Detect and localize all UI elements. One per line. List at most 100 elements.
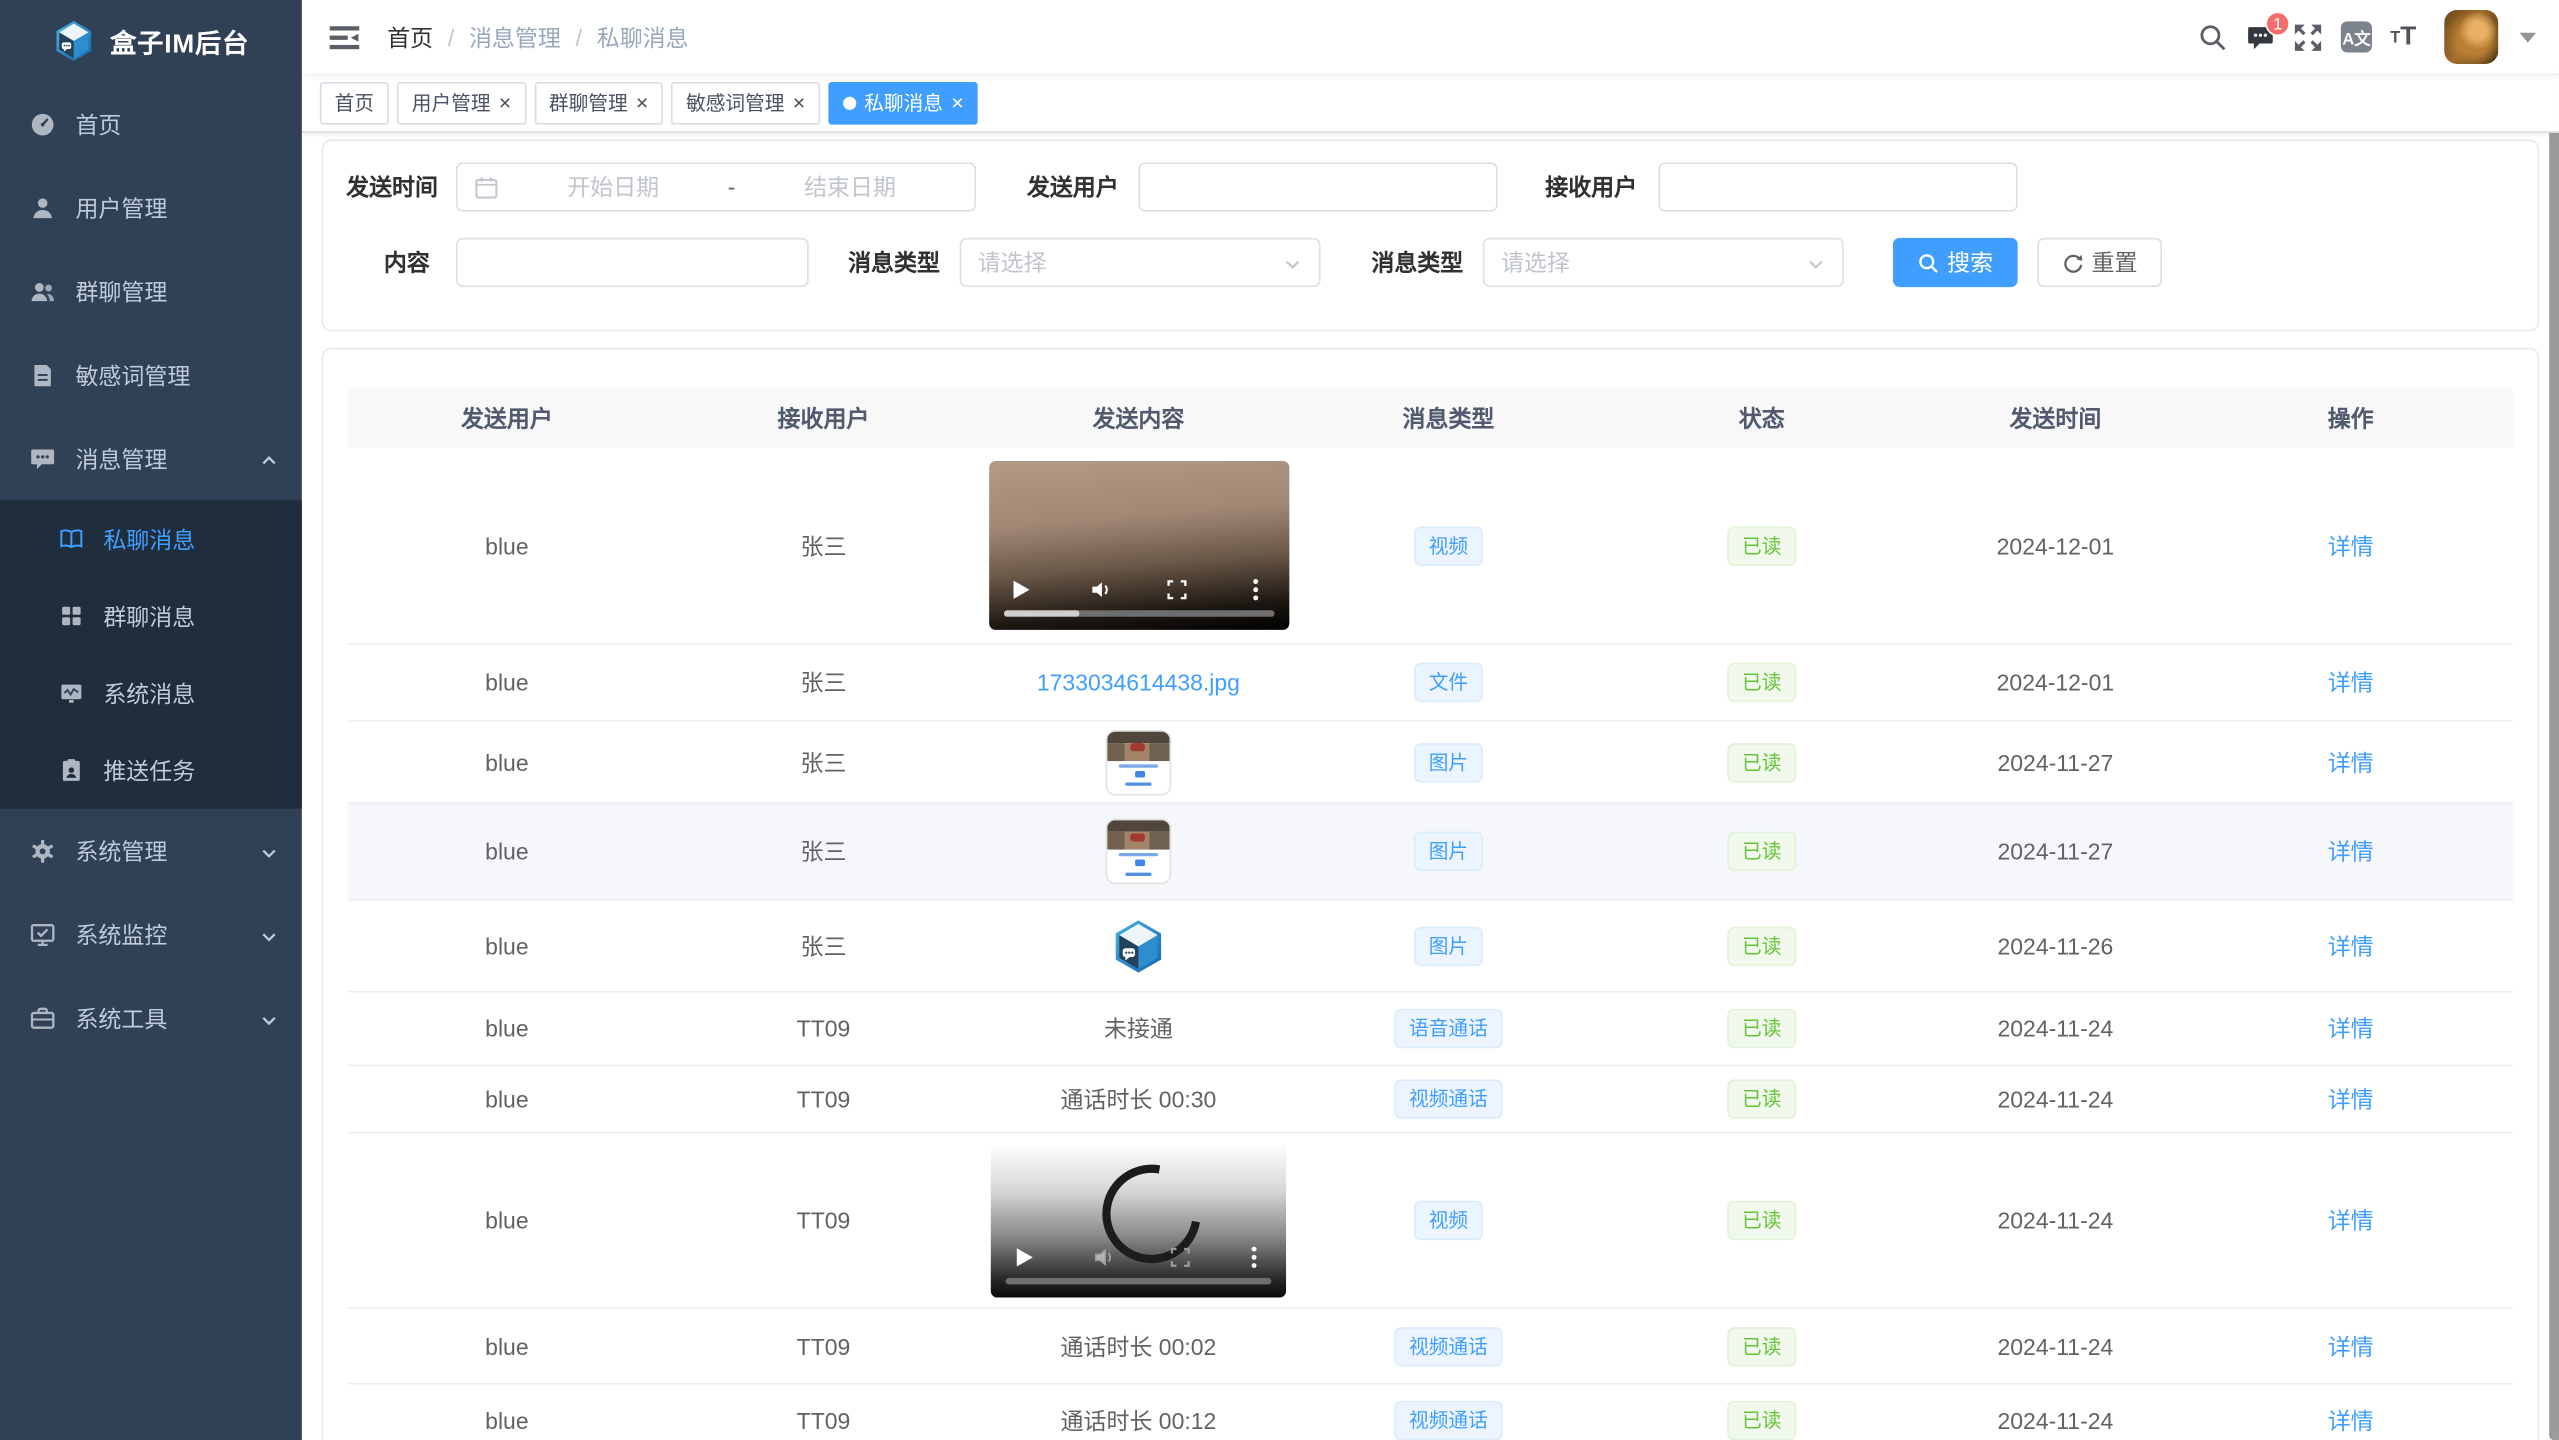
video-player[interactable] — [991, 1143, 1286, 1297]
sidebar-item-sensitive-words[interactable]: 敏感词管理 — [0, 333, 302, 417]
detail-link[interactable]: 详情 — [2328, 529, 2374, 562]
video-player[interactable] — [988, 461, 1288, 630]
calendar-icon — [474, 175, 499, 200]
avatar[interactable] — [2444, 10, 2498, 64]
msg-type2-select[interactable]: 请选择 — [1483, 238, 1844, 287]
notification-badge: 1 — [2266, 11, 2291, 36]
play-icon[interactable] — [1012, 1245, 1035, 1268]
message-type-tag: 图片 — [1414, 926, 1483, 965]
sidebar-item-private-messages[interactable]: 私聊消息 — [0, 500, 302, 577]
cell-status: 已读 — [1601, 742, 1923, 781]
sidebar-item-users[interactable]: 用户管理 — [0, 166, 302, 250]
image-thumbnail[interactable] — [1106, 729, 1172, 795]
play-icon[interactable] — [1010, 577, 1033, 600]
messages-notification-icon[interactable]: 1 — [2246, 22, 2276, 52]
fullscreen-icon[interactable] — [1168, 1245, 1191, 1268]
message-type-tag: 图片 — [1414, 742, 1483, 781]
cell-status: 已读 — [1601, 526, 1923, 565]
cell-sender: blue — [348, 1407, 666, 1433]
detail-link[interactable]: 详情 — [2328, 1012, 2374, 1045]
detail-link[interactable]: 详情 — [2328, 1330, 2374, 1363]
more-icon[interactable] — [1242, 1245, 1265, 1268]
cell-date: 2024-12-01 — [1923, 669, 2189, 695]
sidebar-item-home[interactable]: 首页 — [0, 82, 302, 166]
scrollbar-thumb[interactable] — [2549, 62, 2559, 1440]
tab-home[interactable]: 首页 — [320, 81, 389, 124]
search-icon[interactable] — [2198, 22, 2228, 52]
video-progress-bar[interactable] — [1006, 1278, 1272, 1285]
sidebar-item-messages[interactable]: 消息管理 — [0, 417, 302, 501]
user-menu-caret-icon[interactable] — [2520, 32, 2536, 42]
detail-link[interactable]: 详情 — [2328, 1403, 2374, 1436]
status-tag: 已读 — [1727, 1326, 1796, 1365]
video-progress-bar[interactable] — [1003, 610, 1274, 617]
content-text: 未接通 — [1104, 1012, 1173, 1045]
cell-content: 通话时长 00:02 — [981, 1330, 1296, 1363]
file-link[interactable]: 1733034614438.jpg — [1037, 669, 1240, 695]
breadcrumb-home[interactable]: 首页 — [387, 21, 433, 54]
content-text: 通话时长 00:12 — [1061, 1403, 1217, 1436]
status-tag: 已读 — [1727, 742, 1796, 781]
tab-group-management[interactable]: 群聊管理× — [534, 81, 663, 124]
cell-status: 已读 — [1601, 1400, 1923, 1439]
date-range-input[interactable]: 开始日期 - 结束日期 — [456, 162, 976, 211]
reset-button[interactable]: 重置 — [2037, 238, 2162, 287]
detail-link[interactable]: 详情 — [2328, 835, 2374, 868]
font-size-icon[interactable]: TT — [2390, 25, 2416, 50]
sidebar-item-system-tools[interactable]: 系统工具 — [0, 976, 302, 1060]
cell-sender: blue — [348, 669, 666, 695]
app-logo[interactable]: 盒子IM后台 — [0, 0, 302, 82]
sidebar-collapse-icon[interactable] — [328, 21, 361, 54]
breadcrumb-message-management[interactable]: 消息管理 — [469, 21, 561, 54]
detail-link[interactable]: 详情 — [2328, 1204, 2374, 1237]
msg-type-select[interactable]: 请选择 — [960, 238, 1321, 287]
send-time-label: 发送时间 — [346, 171, 430, 204]
detail-link[interactable]: 详情 — [2328, 666, 2374, 699]
filter-row-1: 发送时间 开始日期 - 结束日期 发送用户 接收用户 — [346, 162, 2515, 211]
detail-link[interactable]: 详情 — [2328, 929, 2374, 962]
cell-content: 通话时长 00:12 — [981, 1403, 1296, 1436]
volume-icon[interactable] — [1090, 577, 1113, 600]
language-icon[interactable]: A文 — [2341, 21, 2372, 52]
cell-content — [981, 819, 1296, 885]
fullscreen-icon[interactable] — [2293, 22, 2323, 52]
message-type-tag: 视频 — [1414, 1201, 1483, 1240]
send-user-input[interactable] — [1138, 162, 1497, 211]
close-icon[interactable]: × — [793, 92, 805, 113]
sidebar-item-push-tasks[interactable]: 推送任务 — [0, 732, 302, 809]
sidebar-item-label: 推送任务 — [103, 754, 195, 787]
receive-user-input[interactable] — [1658, 162, 2017, 211]
sidebar-item-system-monitor[interactable]: 系统监控 — [0, 892, 302, 976]
cell-date: 2024-11-27 — [1923, 838, 2189, 864]
sidebar-item-system-messages[interactable]: 系统消息 — [0, 655, 302, 732]
search-button[interactable]: 搜索 — [1893, 238, 2018, 287]
image-thumbnail[interactable] — [1106, 819, 1172, 885]
close-icon[interactable]: × — [951, 92, 963, 113]
sidebar-item-groups[interactable]: 群聊管理 — [0, 249, 302, 333]
cell-type: 文件 — [1296, 663, 1601, 702]
sidebar-item-label: 系统管理 — [75, 834, 167, 867]
content-label: 内容 — [346, 246, 430, 279]
content-input[interactable] — [456, 238, 809, 287]
tab-sensitive-words[interactable]: 敏感词管理× — [671, 81, 820, 124]
close-icon[interactable]: × — [499, 92, 511, 113]
cell-sender: blue — [348, 933, 666, 959]
tab-private-messages[interactable]: 私聊消息× — [828, 81, 978, 124]
volume-icon[interactable] — [1092, 1245, 1115, 1268]
cell-action: 详情 — [2188, 929, 2513, 962]
sidebar-item-label: 私聊消息 — [103, 522, 195, 555]
detail-link[interactable]: 详情 — [2328, 1083, 2374, 1116]
logo-image-thumbnail[interactable] — [1107, 915, 1169, 977]
sidebar-submenu-messages: 私聊消息 群聊消息 系统消息 推送任务 — [0, 500, 302, 808]
sidebar-item-system-management[interactable]: 系统管理 — [0, 809, 302, 893]
detail-link[interactable]: 详情 — [2328, 746, 2374, 779]
tab-user-management[interactable]: 用户管理× — [397, 81, 526, 124]
fullscreen-icon[interactable] — [1165, 577, 1188, 600]
select-placeholder: 请选择 — [1501, 246, 1570, 279]
sidebar-item-label: 首页 — [75, 107, 121, 140]
sidebar-item-group-messages[interactable]: 群聊消息 — [0, 577, 302, 654]
status-tag: 已读 — [1727, 1079, 1796, 1118]
sidebar-item-label: 群聊消息 — [103, 600, 195, 633]
more-icon[interactable] — [1244, 577, 1267, 600]
close-icon[interactable]: × — [636, 92, 648, 113]
